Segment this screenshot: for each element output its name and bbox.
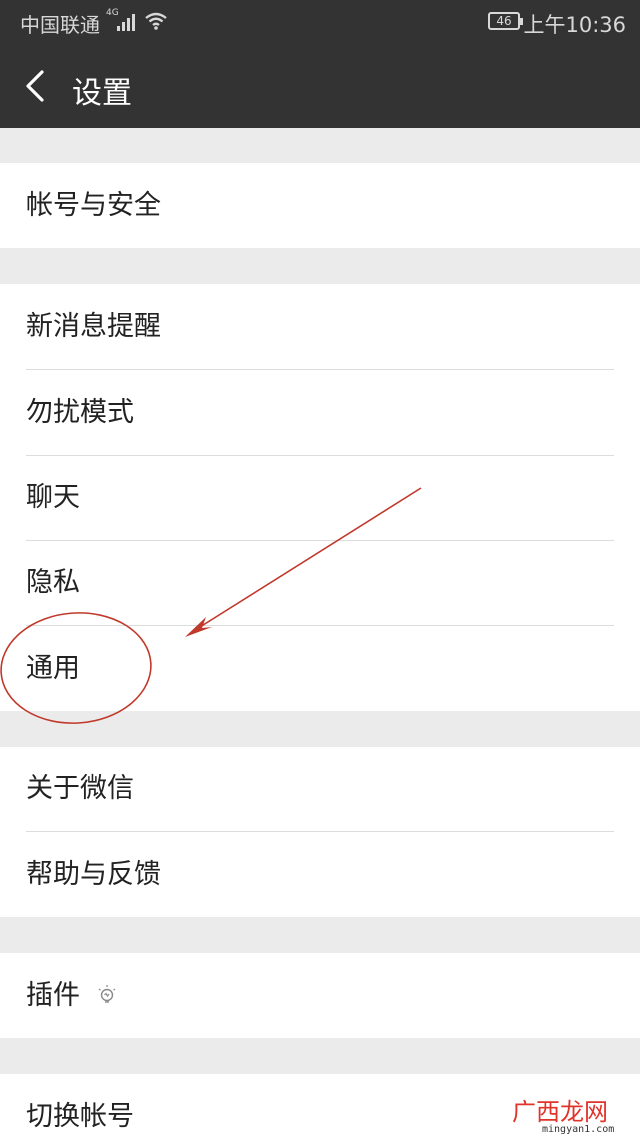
settings-item-label: 帐号与安全: [26, 190, 161, 221]
settings-item-account-security[interactable]: 帐号与安全: [0, 163, 640, 248]
watermark-url: mingyan1.com: [542, 1124, 615, 1135]
settings-item-label: 聊天: [26, 482, 80, 513]
settings-item-privacy[interactable]: 隐私: [0, 541, 640, 625]
settings-item-plugins[interactable]: 插件: [0, 953, 640, 1038]
settings-item-notifications[interactable]: 新消息提醒: [0, 284, 640, 369]
settings-item-chat[interactable]: 聊天: [0, 456, 640, 540]
wifi-icon: [145, 12, 167, 30]
settings-item-label: 勿扰模式: [26, 397, 134, 428]
lightbulb-icon: [98, 985, 116, 1003]
carrier-name: 中国联通: [20, 13, 100, 37]
status-bar: 中国联通 4G 46 上午10:36: [0, 0, 640, 44]
settings-group-plugins: 插件: [0, 953, 640, 1038]
settings-item-do-not-disturb[interactable]: 勿扰模式: [0, 370, 640, 455]
settings-group-about: 关于微信 帮助与反馈: [0, 747, 640, 917]
settings-item-label: 新消息提醒: [26, 311, 161, 342]
settings-item-help-feedback[interactable]: 帮助与反馈: [0, 832, 640, 917]
title-bar: 设置: [0, 44, 640, 128]
settings-item-label: 通用: [26, 653, 80, 684]
settings-item-label: 关于微信: [26, 773, 134, 804]
status-time: 上午10:36: [523, 13, 626, 37]
battery-icon: 46: [488, 12, 523, 30]
settings-item-general[interactable]: 通用: [0, 626, 640, 711]
settings-group-preferences: 新消息提醒 勿扰模式 聊天 隐私 通用: [0, 284, 640, 711]
chevron-left-icon[interactable]: [14, 60, 62, 112]
settings-item-label: 切换帐号: [26, 1101, 134, 1132]
watermark-logo: 广西龙网: [512, 1098, 608, 1126]
settings-item-label: 插件: [26, 980, 80, 1011]
page-title: 设置: [72, 76, 132, 111]
signal-icon: [117, 13, 139, 31]
settings-group-account: 帐号与安全: [0, 163, 640, 248]
settings-item-label: 帮助与反馈: [26, 859, 161, 890]
settings-item-about-wechat[interactable]: 关于微信: [0, 747, 640, 831]
settings-item-label: 隐私: [26, 567, 80, 598]
